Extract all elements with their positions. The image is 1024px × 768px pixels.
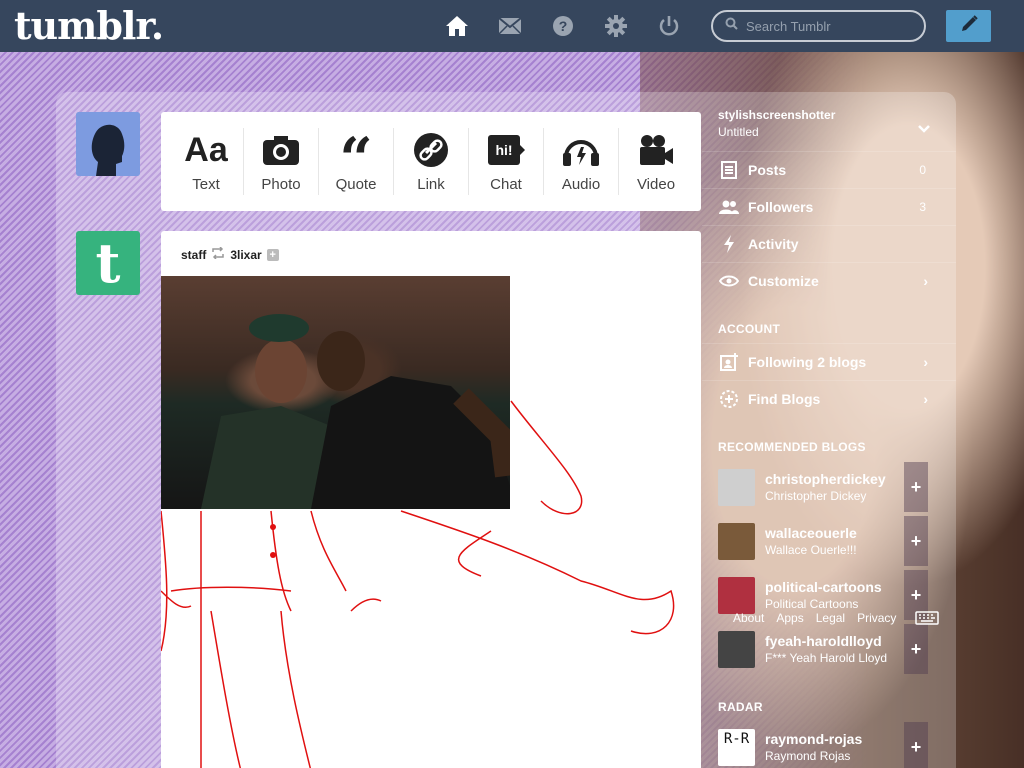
post-type-quote[interactable]: “ Quote (319, 128, 394, 195)
blog-avatar (718, 522, 755, 560)
gear-icon[interactable] (603, 13, 629, 39)
footer-link-privacy[interactable]: Privacy (857, 611, 896, 625)
help-icon[interactable]: ? (550, 13, 576, 39)
blog-title: Raymond Rojas (765, 749, 851, 763)
blog-name: raymond-rojas (765, 731, 863, 747)
blog-avatar (718, 630, 755, 668)
blog-avatar (718, 468, 755, 506)
video-camera-icon (637, 130, 675, 170)
post-type-audio[interactable]: Audio (544, 128, 619, 195)
svg-text:hi!: hi! (495, 142, 512, 158)
link-icon (413, 130, 449, 170)
account-heading: ACCOUNT (718, 322, 781, 336)
sidebar-item-customize[interactable]: Customize › (702, 262, 956, 299)
posts-count: 0 (919, 163, 926, 177)
eye-icon (718, 275, 740, 287)
blog-switcher[interactable]: stylishscreenshotter Untitled (718, 108, 835, 139)
svg-text:?: ? (559, 18, 568, 34)
sidebar-item-find-blogs[interactable]: Find Blogs › (702, 380, 956, 417)
sidebar-item-label: Activity (748, 236, 799, 252)
post-type-bar: Aa Text Photo “ Quote Link hi! Chat Audi… (161, 112, 701, 211)
text-icon: Aa (184, 130, 228, 169)
sidebar-item-activity[interactable]: Activity (702, 225, 956, 262)
tumblr-logo[interactable]: tumblr. (14, 3, 164, 48)
follow-blog-button[interactable]: + (904, 624, 928, 674)
post-drawing (161, 400, 675, 768)
right-sidebar: stylishscreenshotter Untitled Posts 0 Fo… (702, 92, 956, 768)
radar-heading: RADAR (718, 700, 763, 714)
follow-blog-button[interactable]: + (904, 722, 928, 768)
blog-name: christopherdickey (765, 471, 886, 487)
followers-count: 3 (919, 200, 926, 214)
following-icon (718, 353, 740, 371)
search-icon (725, 17, 738, 35)
footer-link-about[interactable]: About (733, 611, 764, 625)
post-type-video[interactable]: Video (619, 128, 693, 195)
sidebar-item-label: Customize (748, 273, 819, 289)
follow-blog-button[interactable]: + (904, 462, 928, 512)
post-type-text[interactable]: Aa Text (169, 128, 244, 195)
post-author-avatar[interactable]: t (76, 231, 140, 295)
recommended-blog[interactable]: fyeah-haroldlloyd F*** Yeah Harold Lloyd (718, 624, 904, 674)
blog-avatar (718, 576, 755, 614)
search-input[interactable] (746, 18, 916, 34)
recommended-heading: RECOMMENDED BLOGS (718, 440, 866, 454)
sidebar-item-following[interactable]: Following 2 blogs › (702, 343, 956, 380)
quote-icon: “ (339, 125, 373, 193)
keyboard-icon[interactable] (915, 611, 939, 630)
chevron-down-icon[interactable] (918, 120, 930, 138)
top-navbar: tumblr. ? (0, 0, 1024, 52)
power-icon[interactable] (656, 13, 682, 39)
activity-icon (718, 235, 740, 253)
chevron-right-icon: › (923, 391, 928, 407)
blog-title: F*** Yeah Harold Lloyd (765, 651, 888, 665)
footer-link-apps[interactable]: Apps (776, 611, 803, 625)
pencil-icon (959, 14, 979, 39)
sidebar-username: stylishscreenshotter (718, 108, 836, 122)
dashboard-post: staff 3lixar + (161, 231, 701, 768)
recommended-blog[interactable]: wallaceouerle Wallace Ouerle!!! (718, 516, 904, 566)
chevron-right-icon: › (923, 273, 928, 289)
sidebar-item-posts[interactable]: Posts 0 (702, 151, 956, 188)
blog-name: political-cartoons (765, 579, 882, 595)
sidebar-item-followers[interactable]: Followers 3 (702, 188, 956, 225)
find-blogs-icon (718, 389, 740, 409)
blog-title: Political Cartoons (765, 597, 859, 611)
radar-blog[interactable]: R-R raymond-rojas Raymond Rojas (718, 722, 904, 768)
post-type-chat[interactable]: hi! Chat (469, 128, 544, 195)
post-type-photo[interactable]: Photo (244, 128, 319, 195)
blog-name: fyeah-haroldlloyd (765, 633, 882, 649)
radar-avatar: R-R (718, 728, 755, 766)
sidebar-item-label: Following 2 blogs (748, 354, 867, 370)
user-avatar[interactable] (76, 112, 140, 176)
sidebar-item-label: Posts (748, 162, 787, 178)
footer-links: About Apps Legal Privacy (733, 611, 903, 625)
recommended-blog[interactable]: christopherdickey Christopher Dickey (718, 462, 904, 512)
blog-name: wallaceouerle (765, 525, 857, 541)
chat-icon: hi! (486, 130, 526, 170)
sidebar-item-label: Followers (748, 199, 814, 215)
post-type-link[interactable]: Link (394, 128, 469, 195)
posts-icon (718, 161, 740, 179)
search-box[interactable] (711, 10, 926, 42)
camera-icon (262, 130, 300, 170)
sidebar-item-label: Find Blogs (748, 391, 821, 407)
headphones-icon (561, 130, 601, 170)
follow-blog-button[interactable]: + (904, 516, 928, 566)
chevron-right-icon: › (923, 354, 928, 370)
blog-title: Christopher Dickey (765, 489, 867, 503)
followers-icon (718, 200, 740, 214)
mail-icon[interactable] (497, 13, 523, 39)
compose-button[interactable] (946, 10, 991, 42)
footer-link-legal[interactable]: Legal (816, 611, 845, 625)
sidebar-blog-title: Untitled (718, 125, 759, 139)
blog-title: Wallace Ouerle!!! (765, 543, 857, 557)
home-icon[interactable] (444, 13, 470, 39)
